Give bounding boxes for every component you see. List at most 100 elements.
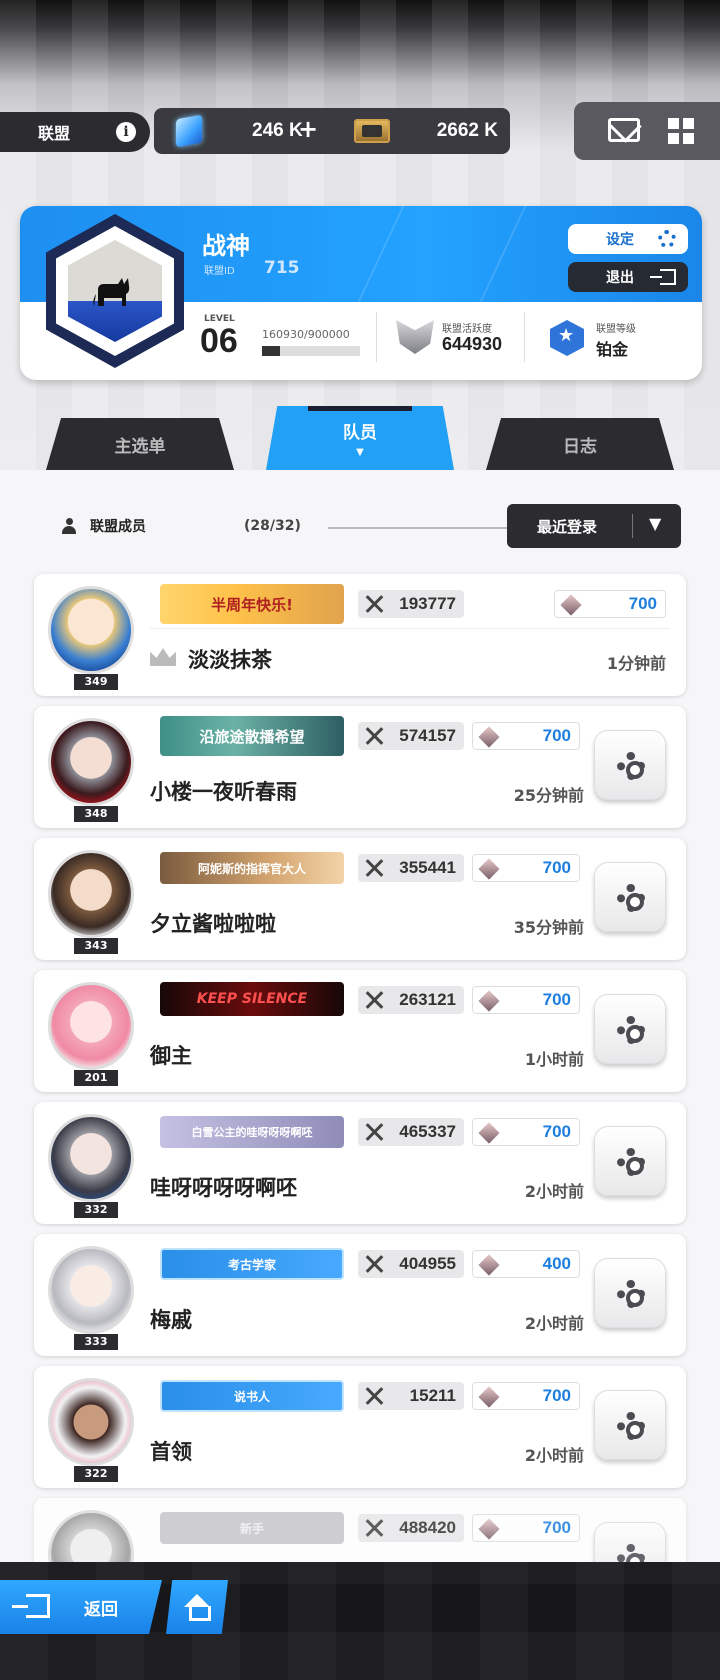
contribution: 700: [554, 590, 666, 618]
members-heading-label: 联盟成员: [90, 519, 146, 535]
member-name: 御主: [150, 1044, 192, 1068]
gear-icon: [617, 1148, 645, 1176]
exit-button[interactable]: 退出: [568, 262, 688, 292]
tab-label: 队员: [343, 423, 377, 443]
tab-notch: [308, 406, 412, 411]
member-card[interactable]: 332 白雪公主的哇呀呀呀啊呸 465337 700 哇呀呀呀呀啊呸 2小时前: [34, 1102, 686, 1224]
member-settings-button[interactable]: [594, 1390, 666, 1460]
rank-label: 联盟等级: [596, 324, 636, 335]
tab-label: 日志: [563, 436, 597, 457]
last-login: 1小时前: [524, 1050, 584, 1069]
member-card[interactable]: 201 KEEP SILENCE 263121 700 御主 1小时前: [34, 970, 686, 1092]
avatar[interactable]: [48, 718, 134, 806]
combat-power-value: 355441: [399, 858, 456, 877]
exit-label: 退出: [606, 270, 634, 286]
gear-icon: [617, 1016, 645, 1044]
avatar-level: 333: [74, 1334, 118, 1350]
contribution: 700: [472, 1514, 580, 1542]
rank-star-icon: [550, 320, 584, 356]
divider: [328, 527, 508, 529]
contribution-value: 700: [628, 594, 657, 613]
avatar[interactable]: [48, 1114, 134, 1202]
back-icon: [12, 1594, 50, 1618]
member-card[interactable]: 348 沿旅途散播希望 574157 700 小楼一夜听春雨 25分钟前: [34, 706, 686, 828]
member-card[interactable]: 322 说书人 15211 700 首领 2小时前: [34, 1366, 686, 1488]
tab-members[interactable]: 队员 ▼: [266, 406, 454, 470]
avatar[interactable]: [48, 1378, 134, 1466]
member-settings-button[interactable]: [594, 730, 666, 800]
title-badge: 半周年快乐!: [160, 584, 344, 624]
contribution-value: 700: [542, 1122, 571, 1141]
contribution: 700: [472, 1118, 580, 1146]
combat-power: 15211: [358, 1382, 464, 1410]
swords-icon: [364, 1123, 384, 1141]
contribution: 700: [472, 722, 580, 750]
swords-icon: [364, 595, 384, 613]
combat-power: 355441: [358, 854, 464, 882]
activity-icon: [396, 320, 434, 354]
sort-dropdown[interactable]: 最近登录 ▼: [507, 504, 681, 548]
contribution-value: 700: [542, 726, 571, 745]
union-id-value: 715: [264, 258, 300, 278]
member-settings-button[interactable]: [594, 1258, 666, 1328]
title-badge: 阿妮斯的指挥官大人: [160, 852, 344, 884]
people-icon: [62, 518, 80, 534]
avatar-level: 201: [74, 1070, 118, 1086]
diamond-icon: [478, 990, 500, 1012]
contribution-value: 700: [542, 1518, 571, 1537]
member-name: 夕立酱啦啦啦: [150, 912, 276, 936]
combat-power-value: 574157: [399, 726, 456, 745]
info-icon[interactable]: i: [116, 122, 136, 142]
diamond-icon: [478, 726, 500, 748]
exp-bar: [262, 346, 360, 356]
divider: [376, 312, 377, 362]
tab-indicator-icon: ▼: [356, 447, 364, 458]
last-login: 2小时前: [524, 1446, 584, 1465]
resource-bar: 246 K + 2662 K: [154, 108, 510, 154]
avatar-level: 349: [74, 674, 118, 690]
avatar[interactable]: [48, 586, 134, 674]
member-card[interactable]: 333 考古学家 404955 400 梅戚 2小时前: [34, 1234, 686, 1356]
settings-button[interactable]: 设定: [568, 224, 688, 254]
chevron-down-icon: ▼: [649, 514, 662, 533]
title-badge: KEEP SILENCE: [160, 982, 344, 1016]
gear-icon: [658, 230, 676, 248]
mail-icon[interactable]: [608, 118, 640, 142]
contribution-value: 700: [542, 858, 571, 877]
member-settings-button[interactable]: [594, 862, 666, 932]
avatar-level: 343: [74, 938, 118, 954]
back-button[interactable]: 返回: [0, 1580, 162, 1634]
avatar-level: 322: [74, 1466, 118, 1482]
combat-power: 574157: [358, 722, 464, 750]
union-tab[interactable]: 联盟 i: [0, 112, 150, 152]
exp-fill: [262, 346, 280, 356]
cat-icon: [93, 278, 130, 306]
combat-power-value: 488420: [399, 1518, 456, 1537]
avatar[interactable]: [48, 1246, 134, 1334]
diamond-icon: [478, 858, 500, 880]
title-badge: 沿旅途散播希望: [160, 716, 344, 756]
exit-icon: [650, 269, 676, 285]
avatar-level: 348: [74, 806, 118, 822]
member-card[interactable]: 343 阿妮斯的指挥官大人 355441 700 夕立酱啦啦啦 35分钟前: [34, 838, 686, 960]
home-button[interactable]: [166, 1580, 228, 1634]
combat-power-value: 15211: [409, 1386, 456, 1405]
swords-icon: [364, 1255, 384, 1273]
tab-log[interactable]: 日志: [486, 418, 674, 470]
member-name: 首领: [150, 1440, 192, 1464]
tab-main-menu[interactable]: 主选单: [46, 418, 234, 470]
diamond-icon: [478, 1386, 500, 1408]
member-settings-button[interactable]: [594, 1126, 666, 1196]
contribution-value: 400: [542, 1254, 571, 1273]
menu-grid-icon[interactable]: [668, 118, 694, 144]
member-name: 哇呀呀呀呀啊呸: [150, 1176, 297, 1200]
union-name: 战神: [202, 232, 250, 260]
contribution: 400: [472, 1250, 580, 1278]
avatar[interactable]: [48, 982, 134, 1070]
avatar[interactable]: [48, 850, 134, 938]
divider: [524, 312, 525, 362]
add-gems-button[interactable]: +: [298, 116, 318, 142]
member-settings-button[interactable]: [594, 994, 666, 1064]
combat-power-value: 465337: [399, 1122, 456, 1141]
member-card[interactable]: 349 半周年快乐! 193777 700 淡淡抹茶 1分钟前: [34, 574, 686, 696]
